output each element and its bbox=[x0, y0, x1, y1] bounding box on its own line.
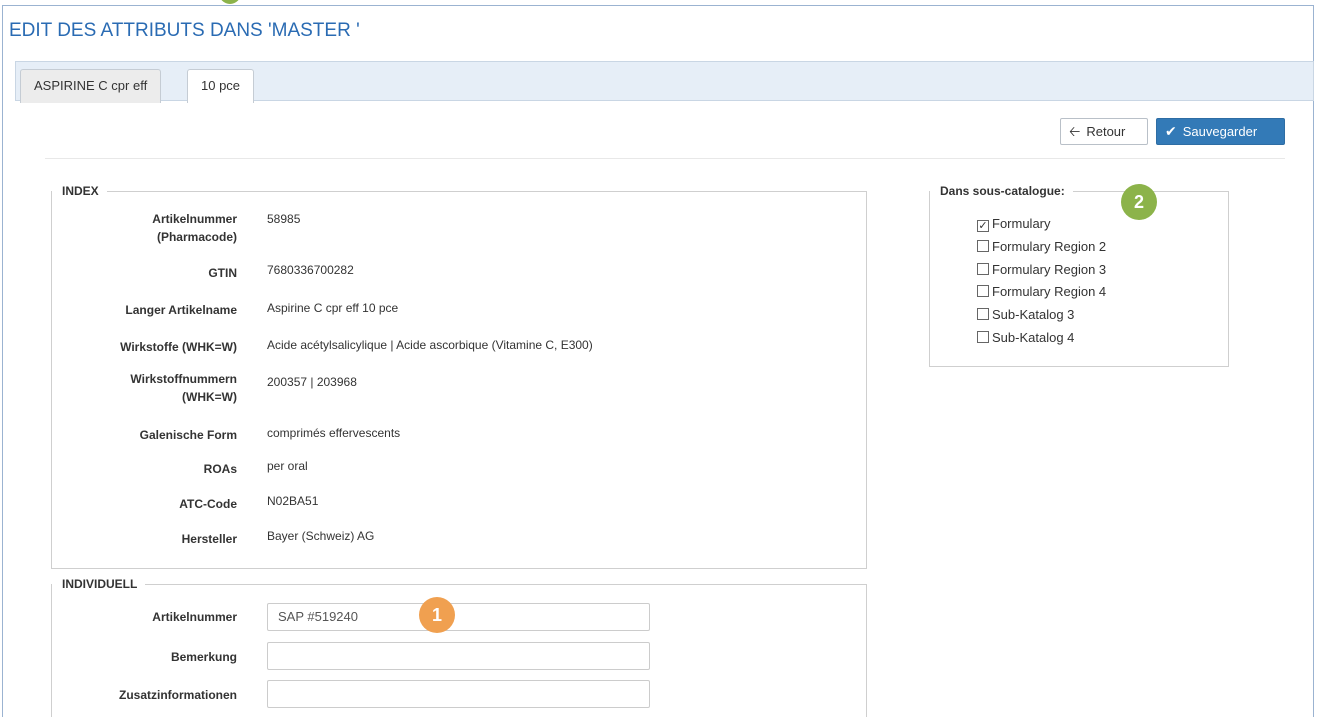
index-label: Wirkstoffnummern (WHK=W) bbox=[130, 372, 237, 404]
index-value: per oral bbox=[267, 459, 308, 473]
index-label: GTIN bbox=[208, 266, 237, 280]
checkbox[interactable] bbox=[977, 285, 989, 298]
artikelnummer-input[interactable]: SAP #519240 bbox=[267, 603, 650, 631]
index-label: Artikelnummer (Pharmacode) bbox=[152, 212, 237, 244]
checkbox[interactable] bbox=[977, 308, 989, 321]
catalog-option-label: Formulary Region 4 bbox=[992, 284, 1107, 300]
individuell-fields: Artikelnummer SAP #519240 Bemerkung Zusa… bbox=[51, 577, 867, 717]
index-label: ROAs bbox=[203, 462, 237, 476]
annotation-badge-2: 2 bbox=[1121, 184, 1157, 220]
annotation-badge-1: 1 bbox=[419, 597, 455, 633]
arrow-left-icon: 🡠 bbox=[1069, 123, 1081, 139]
catalog-option-label: Sub-Katalog 3 bbox=[992, 307, 1075, 323]
divider bbox=[45, 158, 1285, 159]
page-title: EDIT DES ATTRIBUTS DANS 'MASTER ' bbox=[9, 20, 360, 41]
checkbox-checked[interactable]: ✓ bbox=[977, 220, 989, 232]
checkbox[interactable] bbox=[977, 330, 989, 343]
catalog-option-label: Formulary bbox=[992, 216, 1051, 231]
index-label: Galenische Form bbox=[139, 428, 237, 442]
catalog-option-label: Formulary Region 2 bbox=[992, 238, 1107, 254]
catalog-option-label: Formulary Region 3 bbox=[992, 261, 1107, 277]
bemerkung-input[interactable] bbox=[267, 642, 650, 670]
back-button-label: Retour bbox=[1086, 124, 1126, 139]
index-value: N02BA51 bbox=[267, 494, 319, 508]
field-label: Artikelnummer bbox=[152, 610, 237, 624]
catalog-option[interactable]: Formulary Region 3 bbox=[977, 259, 1106, 282]
checkbox[interactable] bbox=[977, 262, 989, 275]
save-button-label: Sauvegarder bbox=[1182, 124, 1258, 139]
tab-package[interactable]: 10 pce bbox=[187, 69, 255, 103]
catalog-option[interactable]: Sub-Katalog 4 bbox=[977, 327, 1106, 350]
index-label: Wirkstoffe (WHK=W) bbox=[120, 340, 237, 354]
back-button[interactable]: 🡠 Retour bbox=[1060, 118, 1148, 145]
index-value: 58985 bbox=[267, 212, 301, 226]
checkbox[interactable] bbox=[977, 239, 989, 252]
index-value: 200357 | 203968 bbox=[267, 375, 357, 389]
index-label: Langer Artikelname bbox=[125, 303, 237, 317]
catalog-option[interactable]: Formulary Region 4 bbox=[977, 281, 1106, 304]
index-value: Acide acétylsalicylique | Acide ascorbiq… bbox=[267, 338, 593, 352]
index-rows: Artikelnummer (Pharmacode) 58985 GTIN 76… bbox=[51, 184, 867, 569]
catalog-option-label: Sub-Katalog 4 bbox=[992, 329, 1075, 345]
tab-product[interactable]: ASPIRINE C cpr eff bbox=[20, 69, 162, 103]
catalog-option[interactable]: ✓ Formulary bbox=[977, 213, 1106, 236]
tab-bar: ASPIRINE C cpr eff 10 pce bbox=[15, 61, 1314, 103]
sub-catalog-list: ✓ Formulary Formulary Region 2 Formulary … bbox=[929, 184, 1229, 367]
annotation-marker bbox=[219, 0, 241, 4]
catalog-option[interactable]: Sub-Katalog 3 bbox=[977, 304, 1106, 327]
index-value: Aspirine C cpr eff 10 pce bbox=[267, 301, 399, 315]
index-label: Hersteller bbox=[181, 532, 237, 546]
index-label: ATC-Code bbox=[179, 497, 237, 511]
index-value: Bayer (Schweiz) AG bbox=[267, 529, 375, 543]
save-button[interactable]: ✔ Sauvegarder bbox=[1156, 118, 1285, 145]
check-icon: ✔ bbox=[1165, 123, 1177, 139]
index-value: 7680336700282 bbox=[267, 263, 354, 277]
field-label: Zusatzinformationen bbox=[118, 688, 237, 702]
field-label: Bemerkung bbox=[170, 650, 237, 664]
zusatzinformationen-input[interactable] bbox=[267, 680, 650, 708]
catalog-option[interactable]: Formulary Region 2 bbox=[977, 236, 1106, 259]
index-value: comprimés effervescents bbox=[267, 426, 401, 440]
